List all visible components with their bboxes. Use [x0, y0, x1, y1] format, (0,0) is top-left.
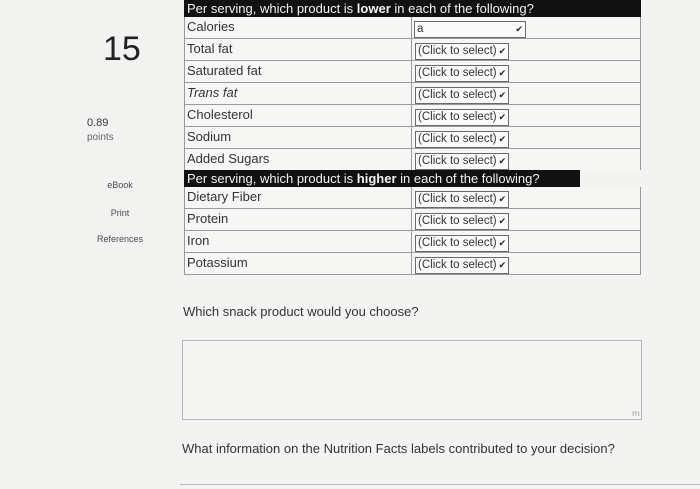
header-lower-post: in each of the following? [390, 1, 534, 16]
question-content: Per serving, which product is lower in e… [180, 0, 700, 489]
chevron-down-icon: ✔ [515, 23, 523, 34]
row-label-iron: Iron [185, 231, 412, 252]
points-label: points [87, 132, 114, 143]
print-link[interactable]: Print [85, 208, 155, 218]
chevron-down-icon: ✔ [498, 215, 507, 226]
points-value: 0.89 [87, 117, 109, 129]
select-total-fat[interactable]: (Click to select) ✔ [415, 42, 510, 60]
select-value: (Click to select) [418, 89, 497, 101]
header-higher-pre: Per serving, which product is [187, 171, 357, 186]
divider [180, 484, 700, 485]
table-row: Added Sugars (Click to select) ✔ [184, 149, 641, 170]
chevron-down-icon: ✔ [498, 193, 507, 204]
header-higher-post: in each of the following? [396, 171, 540, 186]
header-lower: Per serving, which product is lower in e… [184, 0, 641, 17]
table-row: Cholesterol (Click to select) ✔ [184, 105, 641, 127]
chevron-down-icon: ✔ [498, 67, 507, 78]
chevron-down-icon: ✔ [498, 133, 507, 144]
table-row: Potassium (Click to select) ✔ [184, 253, 641, 275]
ebook-link[interactable]: eBook [85, 180, 155, 190]
table-row: Dietary Fiber (Click to select) ✔ [184, 187, 641, 209]
table-row: Trans fat (Click to select) ✔ [184, 83, 641, 105]
table-row: Total fat (Click to select) ✔ [184, 39, 641, 61]
chevron-down-icon: ✔ [498, 111, 507, 122]
select-potassium[interactable]: (Click to select) ✔ [415, 256, 510, 274]
row-label-potassium: Potassium [185, 253, 412, 274]
chevron-down-icon: ✔ [498, 89, 507, 100]
select-value: a [417, 23, 424, 35]
references-link[interactable]: References [85, 234, 155, 244]
header-higher-bold: higher [356, 171, 397, 186]
resize-handle-icon[interactable]: ⅿ [632, 410, 640, 418]
select-added-sugars[interactable]: (Click to select) ✔ [415, 152, 510, 170]
select-value: (Click to select) [418, 193, 497, 205]
question-number: 15 [103, 30, 141, 68]
row-label-added-sugars: Added Sugars [185, 149, 412, 170]
row-label-total-fat: Total fat [185, 39, 412, 60]
row-label-trans-fat: Trans fat [185, 83, 412, 104]
select-calories[interactable]: a ✔ [414, 20, 526, 38]
select-sodium[interactable]: (Click to select) ✔ [415, 130, 510, 148]
row-label-sodium: Sodium [185, 127, 412, 148]
chevron-down-icon: ✔ [498, 155, 507, 166]
table-row: Calories a ✔ [184, 17, 641, 39]
row-label-cholesterol: Cholesterol [185, 105, 412, 126]
table-row: Sodium (Click to select) ✔ [184, 127, 641, 149]
select-value: (Click to select) [418, 133, 497, 145]
row-label-protein: Protein [185, 209, 412, 230]
select-value: (Click to select) [418, 237, 497, 249]
header-lower-pre: Per serving, which product is [187, 1, 357, 16]
header-higher: Per serving, which product is higher in … [184, 170, 580, 187]
select-value: (Click to select) [418, 67, 497, 79]
select-value: (Click to select) [418, 111, 497, 123]
row-label-saturated-fat: Saturated fat [185, 61, 412, 82]
snack-choice-textarea[interactable]: ⅿ [182, 340, 642, 420]
info-decision-prompt: What information on the Nutrition Facts … [182, 441, 615, 456]
select-value: (Click to select) [418, 155, 497, 167]
table-row: Iron (Click to select) ✔ [184, 231, 641, 253]
select-dietary-fiber[interactable]: (Click to select) ✔ [415, 190, 510, 208]
row-label-dietary-fiber: Dietary Fiber [185, 187, 412, 208]
row-label-calories: Calories [185, 17, 412, 38]
snack-choice-prompt: Which snack product would you choose? [183, 304, 419, 319]
table-row: Protein (Click to select) ✔ [184, 209, 641, 231]
table-row: Saturated fat (Click to select) ✔ [184, 61, 641, 83]
select-cholesterol[interactable]: (Click to select) ✔ [415, 108, 510, 126]
select-value: (Click to select) [418, 215, 497, 227]
select-saturated-fat[interactable]: (Click to select) ✔ [415, 64, 510, 82]
chevron-down-icon: ✔ [498, 259, 507, 270]
chevron-down-icon: ✔ [498, 237, 507, 248]
header-lower-bold: lower [356, 1, 391, 16]
select-value: (Click to select) [418, 45, 497, 57]
select-protein[interactable]: (Click to select) ✔ [415, 212, 510, 230]
select-trans-fat[interactable]: (Click to select) ✔ [415, 86, 510, 104]
select-value: (Click to select) [418, 259, 497, 271]
chevron-down-icon: ✔ [498, 45, 507, 56]
select-iron[interactable]: (Click to select) ✔ [415, 234, 510, 252]
left-panel: 15 0.89 points eBook Print References [0, 0, 180, 489]
comparison-table: Per serving, which product is lower in e… [184, 0, 641, 275]
